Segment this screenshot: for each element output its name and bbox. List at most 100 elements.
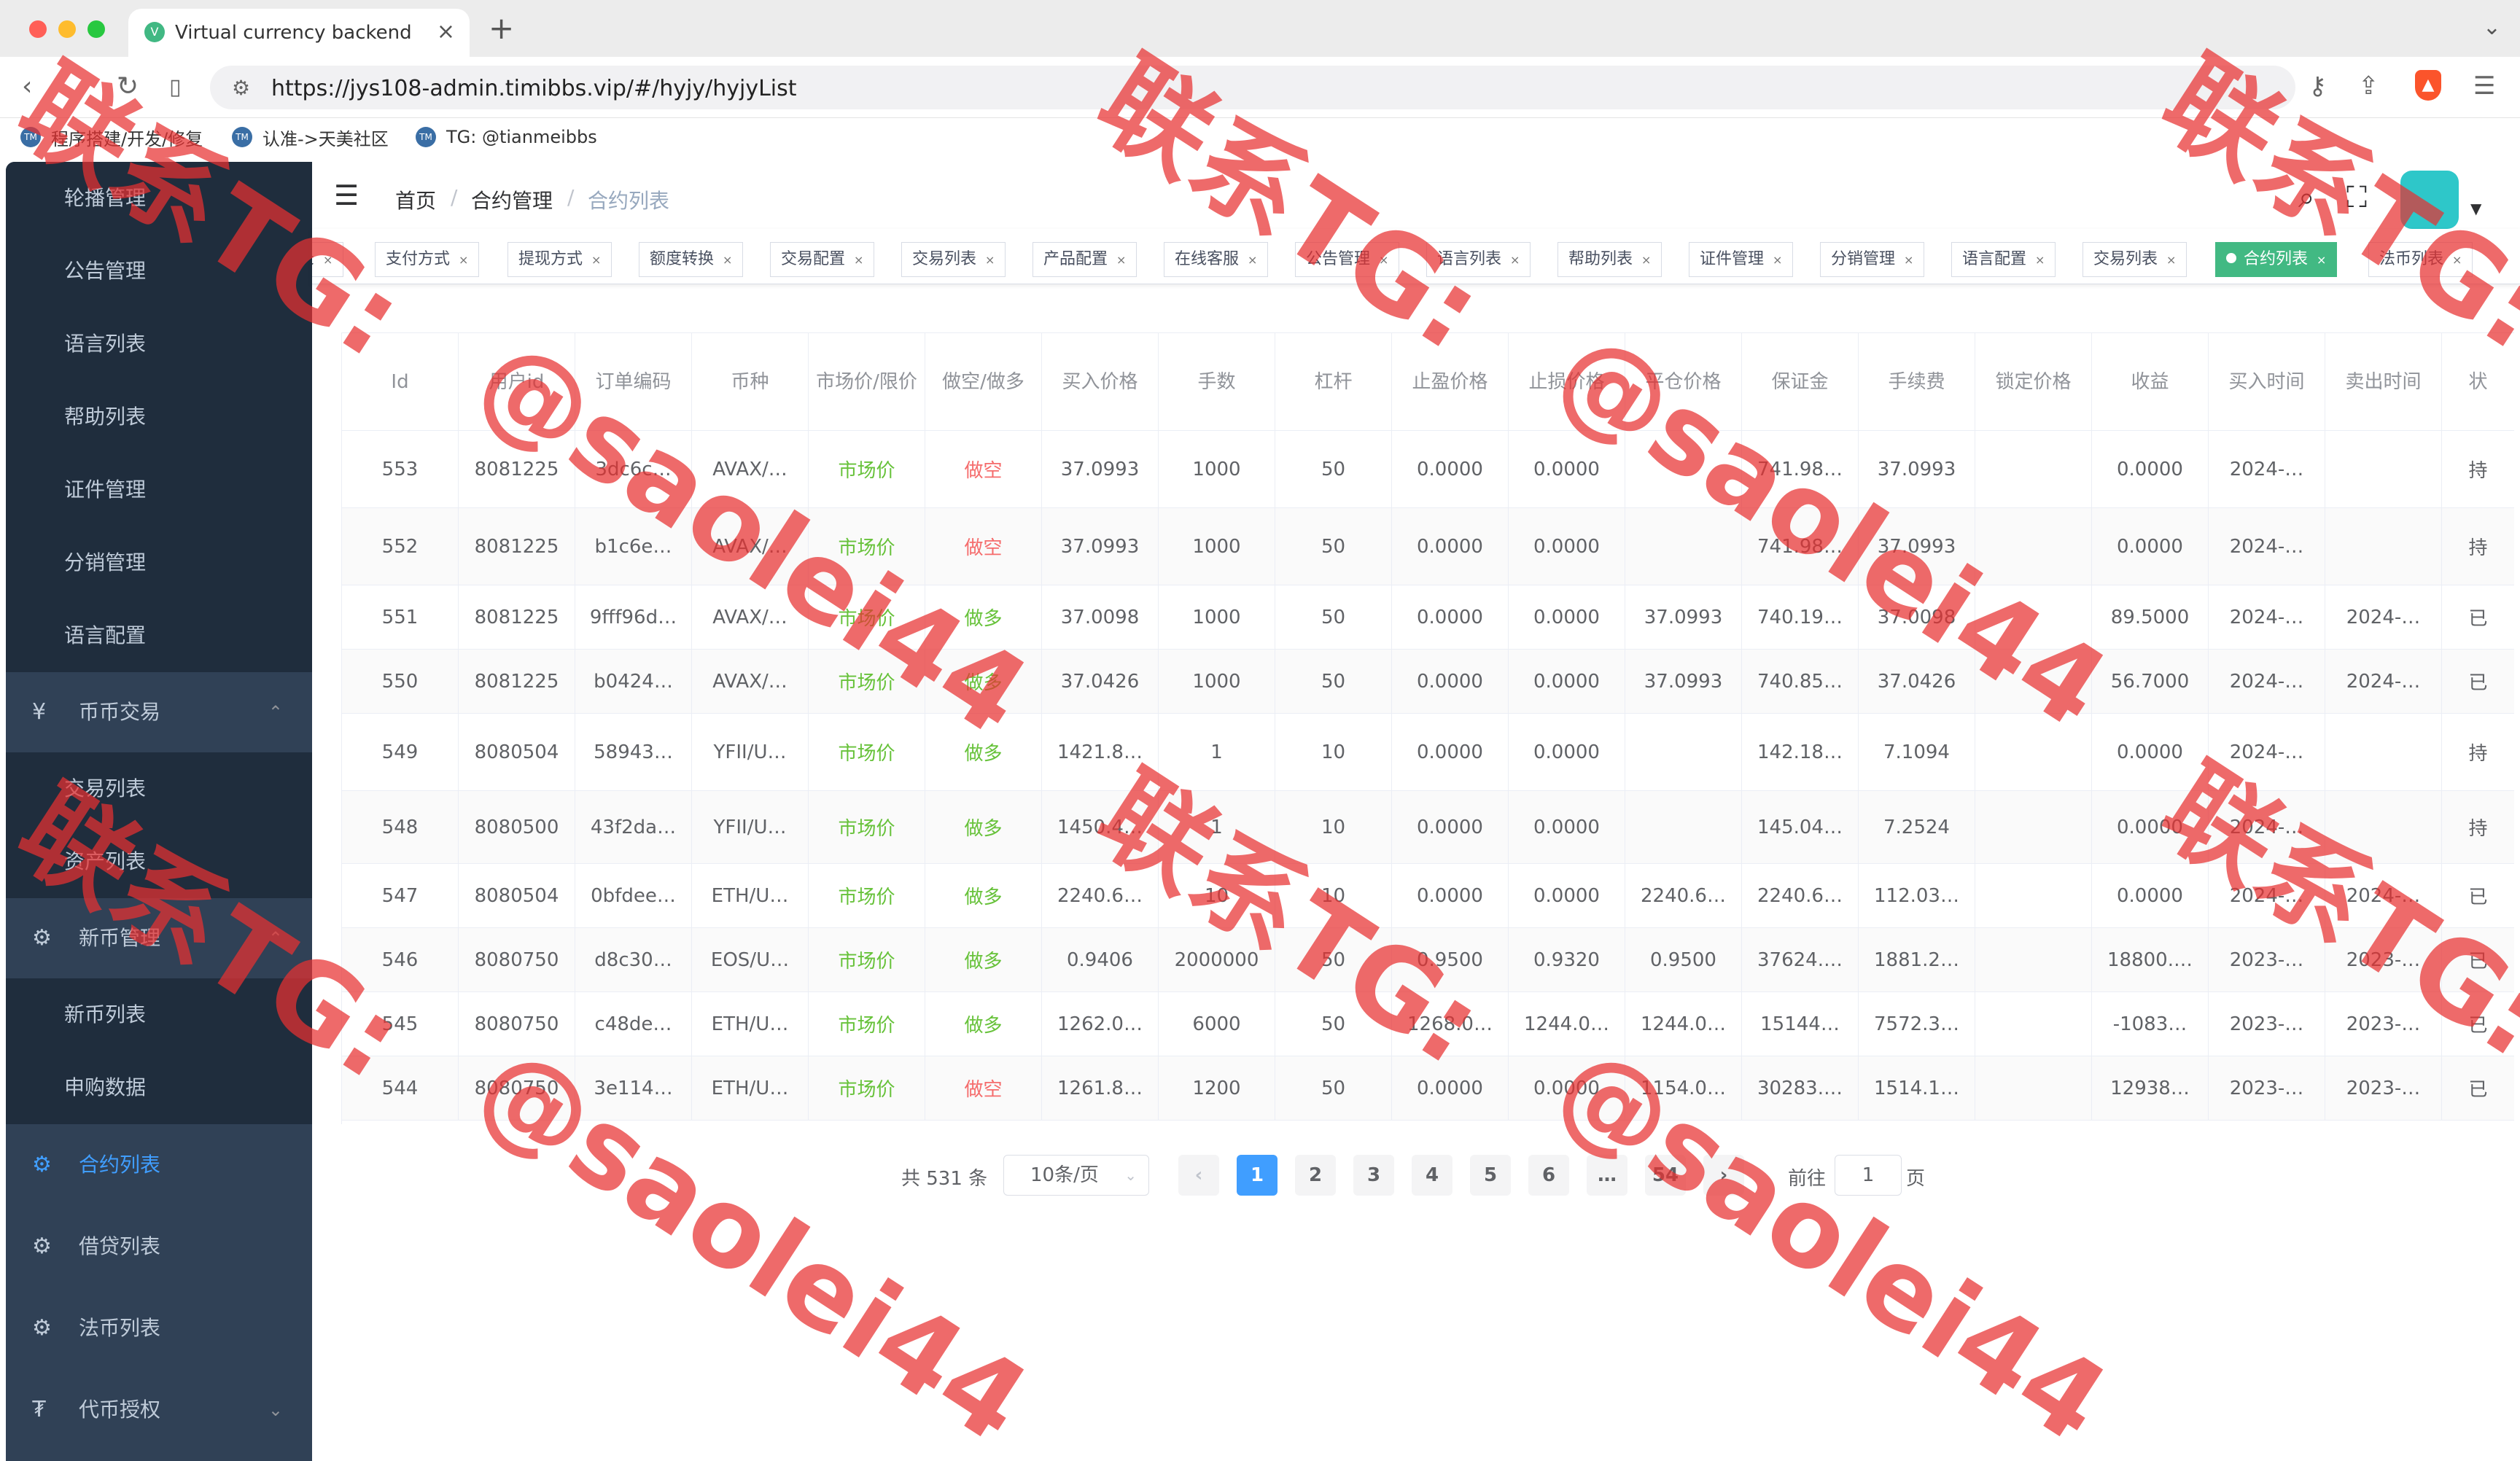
bookmark-item[interactable]: TM TG: @tianmeibbs (416, 124, 597, 150)
tag-item[interactable]: 法币列表 × (2368, 242, 2473, 277)
tag-close-icon[interactable]: × (1116, 253, 1126, 267)
tag-item[interactable]: 交易列表 × (901, 242, 1006, 277)
page-button[interactable]: 3 (1353, 1155, 1394, 1196)
tag-close-icon[interactable]: × (854, 253, 863, 267)
tag-close-icon[interactable]: × (1904, 253, 1913, 267)
breadcrumb-contract-mgmt[interactable]: 合约管理 (471, 185, 553, 214)
sidebar-item-loans[interactable]: ⚙ 借贷列表 (6, 1206, 312, 1287)
tag-item[interactable]: 分销管理 × (1820, 242, 1925, 277)
tag-item[interactable]: 录× (312, 242, 344, 277)
site-settings-icon[interactable]: ⚙ (232, 76, 250, 100)
tag-label: 证件管理 (1700, 250, 1765, 268)
page-button[interactable]: 2 (1295, 1155, 1336, 1196)
column-header: 买入价格 (1042, 333, 1159, 431)
tag-close-icon[interactable]: × (2452, 253, 2462, 267)
tag-item[interactable]: 帮助列表 × (1558, 242, 1662, 277)
sidebar-item-contracts[interactable]: ⚙ 合约列表 (6, 1124, 312, 1206)
tag-label: 法币列表 (2379, 250, 2444, 268)
menu-icon[interactable]: ☰ (2473, 71, 2495, 101)
sidebar-item-help[interactable]: 帮助列表 (6, 381, 312, 453)
hamburger-icon[interactable]: ☰ (334, 179, 359, 211)
page-button[interactable]: 5 (1470, 1155, 1511, 1196)
sidebar-item-new-coin-list[interactable]: 新币列表 (6, 978, 312, 1051)
tag-close-icon[interactable]: × (2035, 253, 2045, 267)
bookmark-icon[interactable]: ▯ (169, 74, 182, 100)
tag-item[interactable]: 支付方式 × (375, 242, 480, 277)
tag-close-icon[interactable]: × (1379, 253, 1388, 267)
tag-close-icon[interactable]: × (1510, 253, 1520, 267)
bookmark-item[interactable]: TM 程序搭建/开发/修复 (20, 124, 203, 150)
sidebar-item-fiat[interactable]: ⚙ 法币列表 (6, 1287, 312, 1369)
sidebar-item-language-config[interactable]: 语言配置 (6, 599, 312, 672)
tab-list-chevron-icon[interactable]: ⌄ (2483, 15, 2501, 40)
breadcrumb-separator: / (451, 185, 458, 209)
tab-close-icon[interactable]: × (437, 19, 455, 44)
tag-item[interactable]: 交易配置 × (770, 242, 875, 277)
sidebar-item-assets[interactable]: 资产列表 (6, 825, 312, 898)
page-button[interactable]: 54 (1645, 1155, 1686, 1196)
column-header: 卖出时间 (2325, 333, 2442, 431)
page-button[interactable]: 1 (1237, 1155, 1278, 1196)
sidebar-group-new-coin[interactable]: ⚙ 新币管理 ⌃ (6, 898, 312, 978)
new-tab-icon[interactable]: + (489, 10, 514, 46)
page-size-select[interactable]: 10条/页 ⌄ (1003, 1155, 1149, 1196)
tag-item[interactable]: 产品配置 × (1032, 242, 1138, 277)
prev-page-button[interactable]: ‹ (1178, 1155, 1219, 1196)
tag-item[interactable]: 交易列表 × (2082, 242, 2188, 277)
page-button[interactable]: 6 (1528, 1155, 1569, 1196)
bookmark-item[interactable]: TM 认准->天美社区 (232, 124, 389, 150)
table-cell: 2023-… (2209, 928, 2325, 992)
sidebar-group-token-auth[interactable]: ₮ 代币授权 ⌄ (6, 1369, 312, 1451)
tag-item[interactable]: 提现方式 × (508, 242, 612, 277)
sidebar-item-carousel[interactable]: 轮播管理 (6, 162, 312, 235)
tag-close-icon[interactable]: × (459, 253, 468, 267)
minimize-window-button[interactable] (58, 20, 76, 38)
tag-close-icon[interactable]: × (2166, 253, 2176, 267)
next-page-button[interactable]: › (1703, 1155, 1744, 1196)
fullscreen-icon[interactable]: ⛶ (2346, 181, 2367, 214)
sidebar-item-documents[interactable]: 证件管理 (6, 453, 312, 526)
tag-item-active[interactable]: 合约列表 × (2215, 242, 2338, 277)
tag-close-icon[interactable]: × (2317, 253, 2326, 267)
sidebar-group-spot-trading[interactable]: ¥ 币币交易 ⌃ (6, 672, 312, 752)
tag-item[interactable]: 语言列表 × (1426, 242, 1531, 277)
tag-item[interactable]: 额度转换 × (639, 242, 744, 277)
tag-close-icon[interactable]: × (323, 253, 332, 267)
tag-close-icon[interactable]: × (1773, 253, 1782, 267)
tag-close-icon[interactable]: × (1248, 253, 1257, 267)
sidebar-item-distribution[interactable]: 分销管理 (6, 526, 312, 599)
share-icon[interactable]: ⇪ (2358, 71, 2379, 101)
brave-shield-icon[interactable]: ▲ (2415, 70, 2441, 101)
avatar[interactable] (2400, 171, 2459, 229)
breadcrumb-home[interactable]: 首页 (395, 185, 436, 214)
key-icon[interactable]: ⚷ (2309, 71, 2327, 101)
table-cell: 2024-… (2209, 585, 2325, 650)
more-pages-button[interactable]: … (1587, 1155, 1628, 1196)
tag-close-icon[interactable]: × (723, 253, 732, 267)
zoom-window-button[interactable] (88, 20, 105, 38)
page-button[interactable]: 4 (1412, 1155, 1452, 1196)
tag-item[interactable]: 语言配置 × (1951, 242, 2056, 277)
reload-icon[interactable]: ↻ (117, 71, 139, 101)
back-icon[interactable]: ‹ (22, 71, 32, 101)
tag-close-icon[interactable]: × (985, 253, 995, 267)
token-icon: ₮ (32, 1397, 47, 1422)
url-field[interactable]: ⚙ https://jys108-admin.timibbs.vip/#/hyj… (210, 66, 2295, 109)
table-cell: 1262.0… (1042, 992, 1159, 1056)
sidebar-item-subscriptions[interactable]: 申购数据 (6, 1051, 312, 1124)
tag-item[interactable]: 证件管理 × (1689, 242, 1794, 277)
goto-page-input[interactable]: 1 (1835, 1155, 1902, 1196)
table-cell: b1c6e… (575, 508, 692, 585)
tag-item[interactable]: 公告管理 × (1295, 242, 1400, 277)
search-icon[interactable]: ⌕ (2298, 181, 2314, 214)
tag-close-icon[interactable]: × (1641, 253, 1651, 267)
browser-tab[interactable]: V Virtual currency backend × (128, 9, 470, 57)
close-window-button[interactable] (29, 20, 47, 38)
table-cell: 做空 (925, 1056, 1042, 1121)
caret-down-icon[interactable]: ▼ (2470, 200, 2481, 217)
sidebar-item-languages[interactable]: 语言列表 (6, 308, 312, 381)
sidebar-item-announcements[interactable]: 公告管理 (6, 235, 312, 308)
sidebar-item-trade-list[interactable]: 交易列表 (6, 752, 312, 825)
tag-close-icon[interactable]: × (591, 253, 601, 267)
tag-item[interactable]: 在线客服 × (1164, 242, 1269, 277)
